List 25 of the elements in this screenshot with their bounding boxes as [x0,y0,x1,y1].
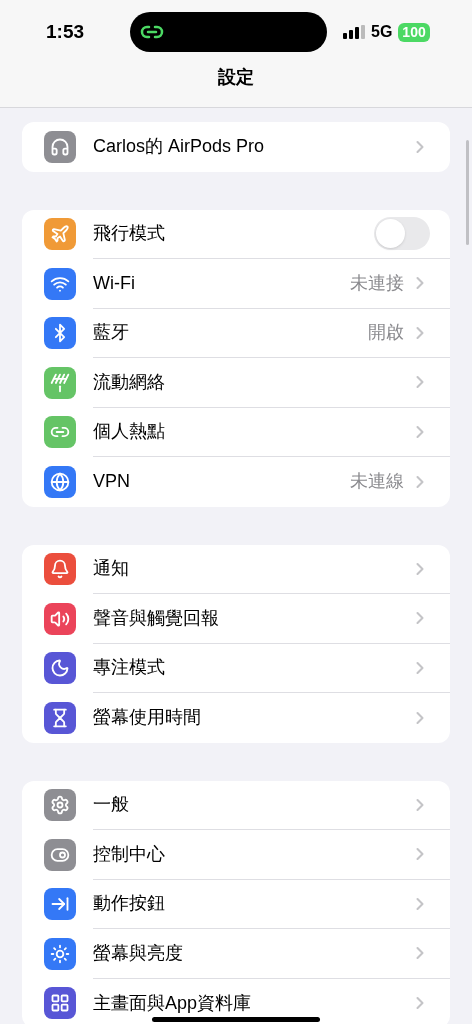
row-value: 開啟 [368,321,404,345]
row-label[interactable]: 主畫面與App資料庫 [93,989,410,1017]
row-label[interactable]: 聲音與觸覺回報 [93,604,410,632]
battery-indicator: 100 [398,22,430,42]
signal-icon [343,25,365,39]
row-label[interactable]: 專注模式 [93,654,410,682]
row-value: 未連接 [350,271,404,295]
row-value: 未連線 [350,470,404,494]
row-label[interactable]: Wi-Fi [93,269,350,297]
row-label[interactable]: 流動網絡 [93,368,410,396]
row-label[interactable]: 飛行模式 [93,220,374,248]
row-label[interactable]: 藍牙 [93,319,368,347]
row-label[interactable]: VPN [93,468,350,496]
row-label[interactable]: Carlos的 AirPods Pro [93,133,410,161]
row-label[interactable]: 一般 [93,791,410,819]
row-label[interactable]: 個人熱點 [93,418,410,446]
row-label[interactable]: 螢幕使用時間 [93,704,410,732]
network-label: 5G [371,22,393,42]
row-label[interactable]: 控制中心 [93,840,410,868]
page-title: 設定 [218,66,254,89]
status-time: 1:53 [45,19,85,44]
toggle-switch[interactable] [374,217,430,251]
row-label[interactable]: 動作按鈕 [93,890,410,918]
row-label[interactable]: 通知 [93,555,410,583]
row-label[interactable]: 螢幕與亮度 [93,939,410,967]
